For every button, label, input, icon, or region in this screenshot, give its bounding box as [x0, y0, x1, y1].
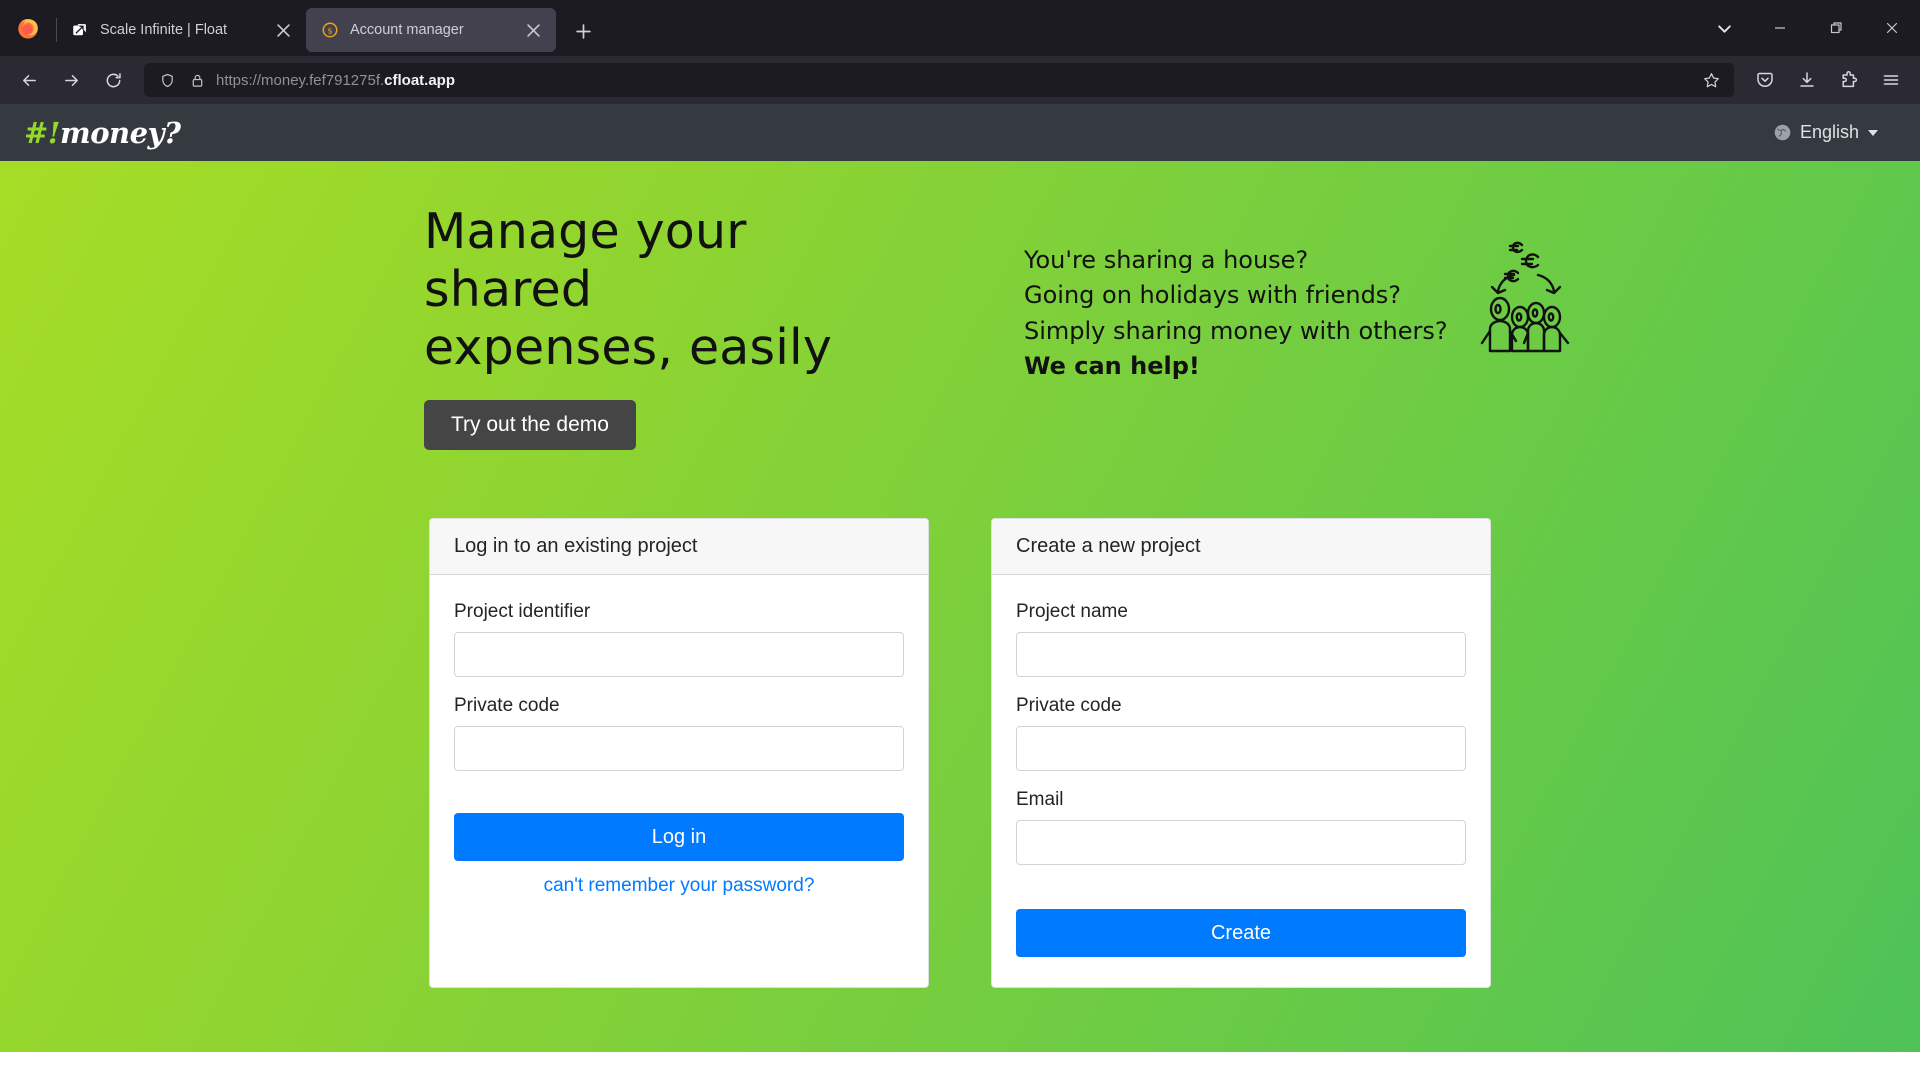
extensions-icon[interactable]: [1828, 62, 1870, 98]
language-selector[interactable]: English: [1773, 122, 1896, 143]
email-label: Email: [1016, 789, 1064, 811]
create-private-code-input[interactable]: [1016, 726, 1466, 772]
page-footer: [0, 1052, 1920, 1080]
tab-account-manager[interactable]: $ Account manager: [306, 8, 556, 52]
site-logo[interactable]: #!money?: [24, 115, 181, 150]
hero-top: Manage your shared expenses, easily Try …: [90, 203, 1830, 451]
project-identifier-label: Project identifier: [454, 601, 591, 623]
auth-cards: Log in to an existing project Project id…: [90, 518, 1830, 1048]
download-icon[interactable]: [1786, 62, 1828, 98]
hero-left: Manage your shared expenses, easily Try …: [104, 203, 904, 451]
pitch-line: Simply sharing money with others?: [1024, 316, 1448, 345]
url-text[interactable]: https://money.fef791275f.cfloat.app: [212, 72, 1696, 89]
project-identifier-field: Project identifier: [454, 601, 904, 678]
login-button[interactable]: Log in: [454, 813, 904, 862]
url-bar[interactable]: https://money.fef791275f.cfloat.app: [144, 63, 1734, 97]
star-icon[interactable]: [1696, 65, 1726, 95]
email-field: Email: [1016, 789, 1466, 866]
pocket-icon[interactable]: [1744, 62, 1786, 98]
svg-text:$: $: [327, 25, 332, 35]
project-identifier-input[interactable]: [454, 632, 904, 678]
shield-icon[interactable]: [152, 65, 182, 95]
minimize-icon[interactable]: [1752, 5, 1808, 51]
login-card-body: Project identifier Private code Log in c…: [430, 575, 928, 927]
float-icon: [70, 20, 90, 40]
tab-scale-infinite[interactable]: Scale Infinite | Float: [56, 8, 306, 52]
project-name-field: Project name: [1016, 601, 1466, 678]
browser-window: Scale Infinite | Float $ Account manager: [0, 0, 1920, 1080]
toolbar-icons: [1744, 62, 1912, 98]
tab-title: Scale Infinite | Float: [100, 22, 228, 38]
login-card-title: Log in to an existing project: [430, 519, 928, 576]
coin-icon: $: [320, 20, 340, 40]
tab-title: Account manager: [350, 22, 464, 38]
maximize-icon[interactable]: [1808, 5, 1864, 51]
create-card-body: Project name Private code Email Create: [992, 575, 1490, 987]
close-icon[interactable]: [520, 17, 546, 43]
project-name-input[interactable]: [1016, 632, 1466, 678]
browser-navbar: https://money.fef791275f.cfloat.app: [0, 56, 1920, 104]
firefox-logo-icon: [0, 0, 56, 56]
site-header: #!money? English: [0, 104, 1920, 161]
tab-strip: Scale Infinite | Float $ Account manager: [56, 0, 1696, 56]
url-host: cfloat.app: [384, 71, 456, 89]
create-private-code-field: Private code: [1016, 695, 1466, 772]
menu-icon[interactable]: [1870, 62, 1912, 98]
logo-hashbang: #!: [24, 115, 61, 150]
window-controls: [1696, 0, 1920, 56]
page-viewport: #!money? English Manage your shared expe…: [0, 104, 1920, 1080]
create-button[interactable]: Create: [1016, 909, 1466, 958]
page-title: Manage your shared expenses, easily: [424, 203, 833, 376]
pitch-block: You're sharing a house? Going on holiday…: [1024, 243, 1448, 384]
forward-arrow-icon[interactable]: [50, 62, 92, 98]
close-icon[interactable]: [270, 17, 296, 43]
url-prefix: https://money.fef791275f.: [216, 71, 385, 89]
login-private-code-input[interactable]: [454, 726, 904, 772]
globe-icon: [1773, 123, 1792, 142]
lock-icon[interactable]: [182, 65, 212, 95]
hero-section: Manage your shared expenses, easily Try …: [0, 161, 1920, 1052]
pitch-line: Going on holidays with friends?: [1024, 281, 1402, 310]
browser-titlebar: Scale Infinite | Float $ Account manager: [0, 0, 1920, 56]
forgot-password-link[interactable]: can't remember your password?: [454, 875, 904, 897]
project-name-label: Project name: [1016, 601, 1128, 623]
create-private-code-label: Private code: [1016, 695, 1122, 717]
language-label: English: [1799, 122, 1859, 142]
email-input[interactable]: [1016, 820, 1466, 866]
people-with-euros-icon: [1476, 229, 1576, 359]
hero-right: You're sharing a house? Going on holiday…: [1024, 203, 1576, 384]
back-arrow-icon[interactable]: [8, 62, 50, 98]
tab-list-chevron-icon[interactable]: [1696, 5, 1752, 51]
login-private-code-label: Private code: [454, 695, 560, 717]
new-tab-button[interactable]: [564, 12, 602, 50]
close-icon[interactable]: [1864, 5, 1920, 51]
login-private-code-field: Private code: [454, 695, 904, 772]
logo-name: money?: [60, 115, 181, 150]
try-demo-button[interactable]: Try out the demo: [424, 400, 636, 451]
reload-icon[interactable]: [92, 62, 134, 98]
pitch-line: You're sharing a house?: [1024, 246, 1309, 274]
chevron-down-icon: [1868, 129, 1878, 136]
pitch-line-strong: We can help!: [1024, 351, 1200, 380]
create-project-card: Create a new project Project name Privat…: [991, 518, 1491, 989]
create-card-title: Create a new project: [992, 519, 1490, 576]
login-card: Log in to an existing project Project id…: [429, 518, 929, 989]
